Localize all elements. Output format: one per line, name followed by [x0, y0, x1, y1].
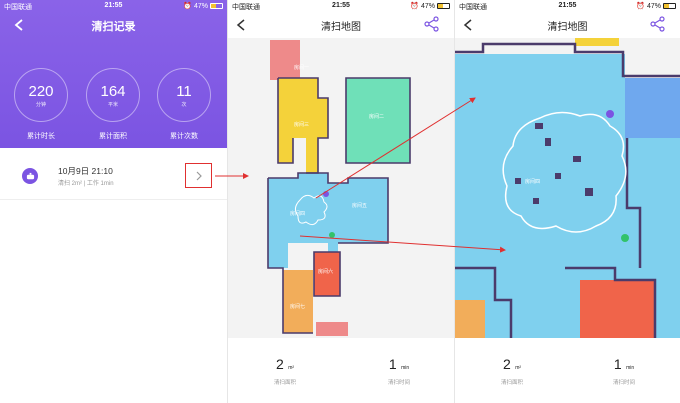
dock-marker — [329, 232, 335, 238]
record-date: 10月9日 21:10 — [58, 166, 113, 176]
time-unit: min — [626, 365, 635, 371]
stat-duration-label: 累计时长 — [27, 133, 55, 140]
area-value: 2 — [502, 356, 511, 372]
time-unit: min — [401, 365, 410, 371]
status-time: 21:55 — [332, 2, 350, 9]
alarm-icon: ⏰ — [183, 3, 192, 10]
room-label-7: 房间七 — [290, 303, 305, 310]
area-stat: 2 m² 清扫面积 — [240, 356, 330, 386]
alarm-icon: ⏰ — [636, 3, 645, 10]
time-label: 清扫时间 — [387, 380, 410, 386]
stat-area: 164 平米 — [86, 68, 140, 122]
stat-area-value: 164 — [100, 83, 126, 100]
area-value: 2 — [275, 356, 284, 372]
status-time: 21:55 — [104, 2, 123, 9]
room-2-edge — [625, 78, 680, 138]
chevron-right-icon — [196, 171, 202, 180]
record-detail-button[interactable] — [185, 163, 212, 188]
battery-percent: 47% — [646, 2, 661, 10]
robot-marker — [606, 110, 614, 118]
map-title: 清扫地图 — [547, 22, 588, 33]
battery-fill — [211, 4, 217, 8]
carrier-label: 中国联通 — [4, 4, 32, 11]
battery-fill — [438, 4, 444, 8]
battery-percent: 47% — [193, 2, 208, 10]
cleaning-map-screen: 中国联通 21:55 ⏰ 47% 清扫地图 房间一 房间二 房间三 房间五 房间… — [228, 0, 454, 403]
dock-marker — [621, 234, 629, 242]
room-label-6: 房间六 — [318, 268, 333, 275]
record-detail: 清扫 2m² | 工作 1min — [58, 181, 114, 187]
room-6-zoomed[interactable] — [580, 280, 655, 338]
room-3-edge — [575, 38, 619, 46]
battery-icon — [210, 3, 223, 9]
stat-area-unit: 平米 — [107, 102, 118, 108]
map-canvas[interactable]: 房间一 房间二 房间三 房间五 房间六 房间七 房间四 — [228, 38, 454, 338]
time-stat: 1 min 清扫时间 — [354, 356, 444, 386]
share-icon[interactable] — [650, 16, 666, 32]
records-header: 中国联通 21:55 ⏰ 47% 清扫记录 220 分钟 164 平米 11 次… — [0, 0, 227, 148]
carrier-label: 中国联通 — [232, 4, 260, 11]
stat-count-unit: 次 — [181, 102, 187, 108]
time-value: 1 — [613, 356, 622, 372]
share-icon[interactable] — [424, 16, 440, 32]
battery-icon — [663, 3, 676, 9]
area-label: 清扫面积 — [273, 380, 296, 386]
area-stat: 2 m² 清扫面积 — [467, 356, 557, 386]
room-label-1: 房间一 — [294, 64, 309, 71]
time-value: 1 — [388, 356, 397, 372]
status-time: 21:55 — [558, 2, 577, 9]
robot-icon — [22, 168, 38, 184]
stat-area-label: 累计面积 — [99, 133, 127, 140]
stat-duration-value: 220 — [28, 83, 54, 100]
battery-icon — [437, 3, 450, 9]
cleaning-records-screen: 中国联通 21:55 ⏰ 47% 清扫记录 220 分钟 164 平米 11 次… — [0, 0, 227, 403]
map-canvas-zoomed[interactable]: 房间四 — [455, 38, 680, 338]
area-unit: m² — [515, 365, 522, 371]
battery-fill — [664, 4, 670, 8]
stat-duration-unit: 分钟 — [35, 102, 46, 108]
stat-duration: 220 分钟 — [14, 68, 68, 122]
status-bar: 中国联通 21:55 ⏰ 47% — [228, 0, 454, 12]
status-bar: 中国联通 21:55 ⏰ 47% — [0, 0, 227, 12]
alarm-icon: ⏰ — [410, 3, 419, 10]
status-bar: 中国联通 21:55 ⏰ 47% — [455, 0, 680, 12]
stat-count-label: 累计次数 — [170, 133, 198, 140]
stat-count-value: 11 — [176, 83, 192, 100]
room-label-4: 房间四 — [290, 210, 305, 217]
time-label: 清扫时间 — [612, 380, 635, 386]
room-7-edge — [455, 300, 485, 338]
stat-count: 11 次 — [157, 68, 211, 122]
page-title: 清扫记录 — [91, 21, 136, 33]
time-stat: 1 min 清扫时间 — [579, 356, 669, 386]
cleaning-map-zoomed-screen: 中国联通 21:55 ⏰ 47% 清扫地图 房间四 2 m² 清扫面积 1 mi… — [455, 0, 680, 403]
room-label-2: 房间二 — [369, 113, 384, 120]
room-4[interactable] — [316, 322, 348, 336]
room-label-3: 房间三 — [294, 121, 309, 128]
robot-marker — [323, 191, 329, 197]
room-1[interactable] — [270, 40, 300, 80]
battery-percent: 47% — [420, 2, 435, 10]
room-2[interactable] — [346, 78, 410, 163]
area-label: 清扫面积 — [500, 380, 523, 386]
room-label-5: 房间五 — [352, 202, 367, 209]
carrier-label: 中国联通 — [459, 4, 487, 11]
map-title: 清扫地图 — [321, 22, 361, 33]
room-label-4: 房间四 — [525, 178, 540, 185]
room-7[interactable] — [283, 270, 313, 333]
area-unit: m² — [288, 365, 295, 371]
